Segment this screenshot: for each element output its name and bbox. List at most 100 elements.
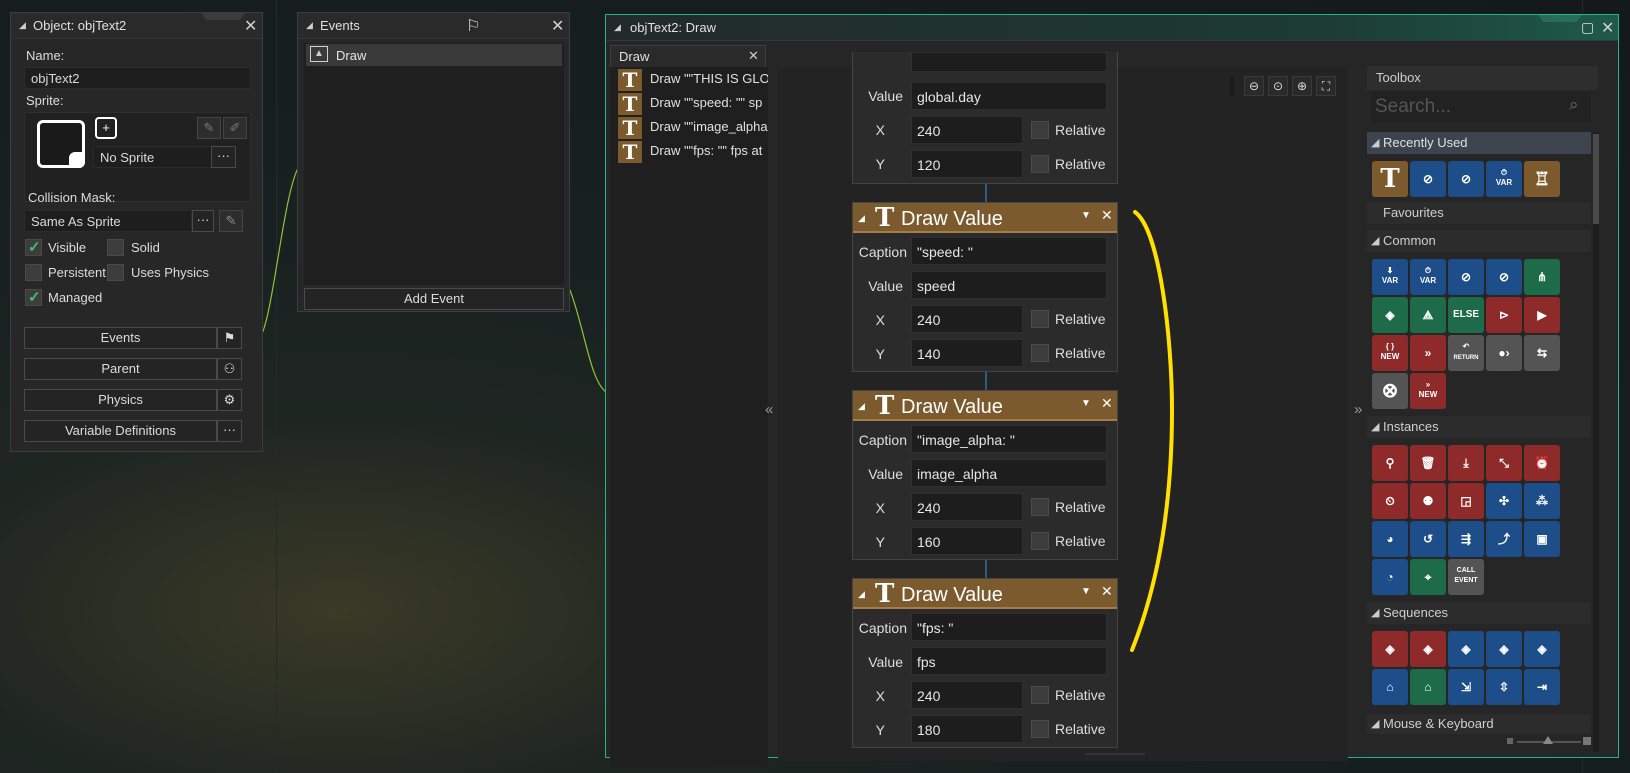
physics-button[interactable]: Physics: [24, 389, 217, 411]
dropdown-icon[interactable]: ▼: [1081, 586, 1091, 597]
run-icon[interactable]: ⇶: [1448, 521, 1484, 557]
dropdown-icon[interactable]: ▼: [1081, 210, 1091, 221]
return-icon[interactable]: ↶ RETURN: [1448, 335, 1484, 371]
collapse-triangle-icon[interactable]: ◢: [858, 213, 865, 224]
close-icon[interactable]: ✕: [1101, 207, 1113, 224]
value-field[interactable]: fps: [911, 647, 1107, 675]
var-icon[interactable]: ⏱ VAR: [1486, 161, 1522, 197]
action-list-item[interactable]: T Draw ""image_alpha: [618, 115, 768, 139]
section-instances[interactable]: ◢ Instances: [1367, 416, 1591, 438]
relative-checkbox[interactable]: [1031, 344, 1049, 362]
fullscreen-icon[interactable]: ⛶: [1316, 76, 1336, 96]
sequence-pause-icon[interactable]: ◈: [1486, 631, 1522, 667]
x-field[interactable]: 240: [911, 493, 1023, 521]
caption-field[interactable]: "fps: ": [911, 613, 1107, 641]
close-icon[interactable]: ✕: [551, 16, 564, 36]
y-field[interactable]: 120: [911, 150, 1023, 178]
relative-checkbox[interactable]: [1031, 686, 1049, 704]
new-struct-icon[interactable]: { } NEW: [1372, 335, 1408, 371]
set-speed-icon[interactable]: ⊘: [1486, 259, 1522, 295]
if-variable-icon[interactable]: ◈: [1372, 297, 1408, 333]
add-event-button[interactable]: Add Event: [304, 288, 564, 310]
sequence-length-icon[interactable]: ⇳: [1486, 669, 1522, 705]
set-speed-icon[interactable]: ⊘: [1410, 161, 1446, 197]
action-list-item[interactable]: T Draw ""speed: "" sp: [618, 91, 768, 115]
hierarchy-icon[interactable]: ⚇: [217, 358, 242, 380]
instance-depth-icon[interactable]: ⤓: [1448, 445, 1484, 481]
action-list-item[interactable]: T Draw ""THIS IS GLO: [618, 67, 768, 91]
sequence-create-icon[interactable]: ◈: [1372, 631, 1408, 667]
object-name-field[interactable]: objText2: [24, 67, 251, 89]
icon-size-slider[interactable]: [1507, 736, 1591, 748]
hidden-field[interactable]: [911, 52, 1107, 72]
dropdown-icon[interactable]: ▼: [1081, 398, 1091, 409]
uses-physics-checkbox[interactable]: [107, 264, 124, 281]
exit-icon[interactable]: ⊗: [1372, 373, 1408, 409]
move-points-icon[interactable]: ⁂: [1524, 483, 1560, 519]
y-field[interactable]: 140: [911, 339, 1023, 367]
close-icon[interactable]: ✕: [748, 48, 759, 64]
section-mouse-keyboard[interactable]: ◢ Mouse & Keyboard: [1367, 714, 1591, 734]
if-expression-icon[interactable]: ⟁: [1410, 297, 1446, 333]
variable-definitions-button[interactable]: Variable Definitions: [24, 420, 217, 442]
collapse-triangle-icon[interactable]: ◢: [19, 20, 26, 31]
destroy-instance-icon[interactable]: 🗑: [1410, 445, 1446, 481]
flag-icon[interactable]: ⚑: [217, 327, 242, 349]
sequence-seek-icon[interactable]: ◈: [1524, 631, 1560, 667]
search-input[interactable]: Search...: [1375, 96, 1451, 118]
play-icon[interactable]: ▶: [1524, 297, 1560, 333]
event-item-draw[interactable]: ▲ Draw: [306, 44, 562, 66]
draw-text-icon[interactable]: T: [1372, 161, 1408, 197]
collapse-right-icon[interactable]: »: [1354, 401, 1362, 418]
close-icon[interactable]: ✕: [244, 16, 257, 36]
gradient-icon[interactable]: ▣: [1524, 521, 1560, 557]
swap-icon[interactable]: ⇆: [1524, 335, 1560, 371]
value-field[interactable]: speed: [911, 271, 1107, 299]
section-sequences[interactable]: ◢ Sequences: [1367, 602, 1591, 624]
else-icon[interactable]: ELSE: [1448, 297, 1484, 333]
x-field[interactable]: 240: [911, 116, 1023, 144]
visible-checkbox[interactable]: [25, 238, 42, 256]
bounce-icon[interactable]: ↺: [1410, 521, 1446, 557]
create-instance-icon[interactable]: ⚲: [1372, 445, 1408, 481]
collision-mask-select[interactable]: Same As Sprite: [24, 210, 192, 232]
maximize-icon[interactable]: ▢: [1581, 19, 1594, 36]
draw-value-block[interactable]: ◢ T Draw Value ▼ ✕ Caption "image_alpha:…: [852, 390, 1118, 560]
relative-checkbox[interactable]: [1031, 720, 1049, 738]
toolbox-scrollbar[interactable]: [1593, 132, 1599, 752]
gear-icon[interactable]: ⚙: [217, 389, 242, 411]
section-favourites[interactable]: Favourites: [1367, 202, 1591, 224]
sprite-select[interactable]: No Sprite: [93, 146, 213, 168]
caption-field[interactable]: "image_alpha: ": [911, 425, 1107, 453]
call-event-icon[interactable]: CALL EVENT: [1448, 559, 1484, 595]
collapse-triangle-icon[interactable]: ◢: [306, 20, 313, 31]
sequence-direction-icon[interactable]: ⇥: [1524, 669, 1560, 705]
instance-exists-icon[interactable]: ◲: [1448, 483, 1484, 519]
collapse-triangle-icon[interactable]: ◢: [858, 401, 865, 412]
action-block-partial[interactable]: Value global.day X 240 Relative Y 120 Re…: [852, 52, 1118, 184]
section-common[interactable]: ◢ Common: [1367, 230, 1591, 252]
y-field[interactable]: 160: [911, 527, 1023, 555]
zoom-reset-icon[interactable]: ⊙: [1268, 76, 1288, 96]
relative-checkbox[interactable]: [1031, 498, 1049, 516]
draw-value-block[interactable]: ◢ T Draw Value ▼ ✕ Caption "speed: " Val…: [852, 202, 1118, 372]
collision-more-button[interactable]: ···: [192, 210, 214, 232]
value-field[interactable]: image_alpha: [911, 459, 1107, 487]
change-instance-icon[interactable]: ⤡: [1486, 445, 1522, 481]
sequence-speed-icon[interactable]: ⌂: [1372, 669, 1408, 705]
collapse-left-icon[interactable]: «: [765, 401, 773, 418]
jump-icon[interactable]: ⤴: [1486, 521, 1522, 557]
value-field[interactable]: global.day: [911, 82, 1107, 110]
variables-more-button[interactable]: ···: [217, 420, 242, 442]
sprite-preview[interactable]: [37, 120, 85, 168]
edit-mask-icon[interactable]: ✎: [219, 210, 243, 232]
target-icon[interactable]: ⌖: [1410, 559, 1446, 595]
block-header[interactable]: ◢ T Draw Value ▼ ✕: [853, 391, 1117, 421]
pacman-icon[interactable]: ◕: [1372, 521, 1408, 557]
if-branch-icon[interactable]: ⋔: [1524, 259, 1560, 295]
sprite-more-button[interactable]: ···: [211, 146, 236, 168]
console-icon[interactable]: ●›: [1486, 335, 1522, 371]
temp-var-icon[interactable]: ⏱ VAR: [1410, 259, 1446, 295]
caption-field[interactable]: "speed: ": [911, 237, 1107, 265]
search-icon[interactable]: ⌕: [1569, 95, 1579, 115]
